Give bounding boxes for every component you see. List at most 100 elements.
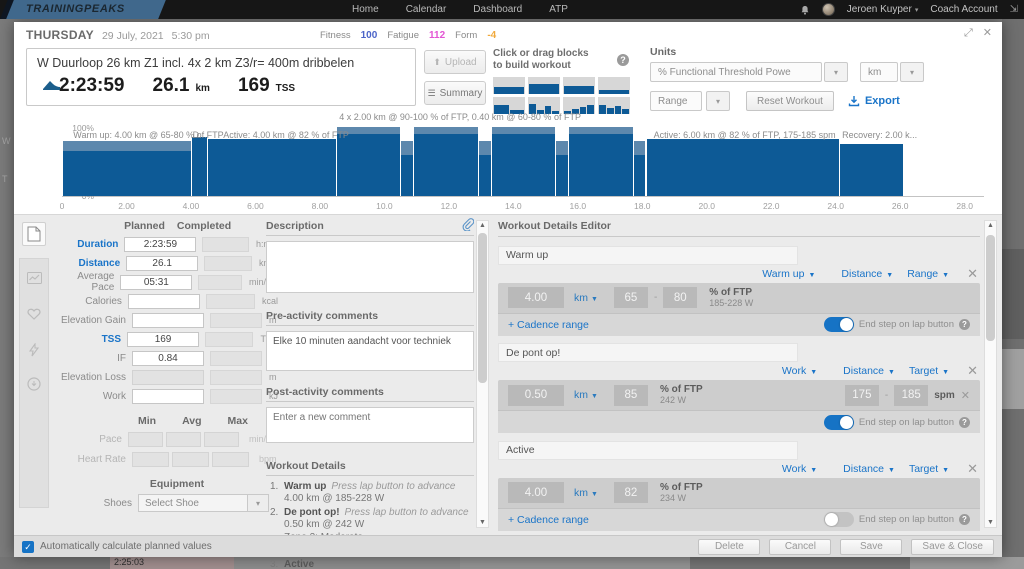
lap-help-icon[interactable]: ? [959,416,970,428]
tab-heart-rate-icon[interactable] [22,302,46,326]
intensity-type-dropdown[interactable]: Target ▼ [909,365,949,377]
user-menu[interactable]: Jeroen Kuyper ▾ [847,4,919,15]
chart-bar[interactable] [190,137,208,196]
reset-workout-button[interactable]: Reset Workout [746,91,834,111]
intensity-input[interactable] [613,384,648,406]
step-unit-dropdown[interactable]: km ▼ [574,487,598,499]
stat-planned-input[interactable] [124,236,197,252]
stat-planned-input[interactable] [132,388,204,404]
delete-step-icon[interactable]: ✕ [967,364,978,377]
distance-units-chevron-icon[interactable]: ▾ [900,62,924,82]
workout-block[interactable] [563,77,595,94]
lap-button-toggle[interactable] [823,512,854,527]
range-chevron-icon[interactable]: ▾ [706,91,730,111]
chart-bar[interactable] [62,140,191,196]
cadence-high-input[interactable] [894,384,929,406]
chart-bar[interactable] [645,139,839,196]
step-distance-input[interactable] [508,287,564,308]
nav-calendar[interactable]: Calendar [406,4,447,15]
stat-planned-input[interactable] [127,293,200,309]
duration-type-dropdown[interactable]: Distance ▼ [841,268,893,280]
step-name-input[interactable] [498,440,798,460]
add-cadence-range-link[interactable]: + Cadence range [508,514,589,526]
step-type-dropdown[interactable]: Work ▼ [782,463,817,475]
chart-bar[interactable] [490,127,556,196]
stat-planned-input[interactable] [120,274,193,290]
chart-bar[interactable] [838,144,904,196]
auto-calc-checkbox[interactable]: ✓ [22,540,34,553]
cancel-button[interactable]: Cancel [769,538,832,555]
stat-label[interactable]: Duration [56,239,124,250]
intensity-type-dropdown[interactable]: Range ▼ [907,268,949,280]
lap-help-icon[interactable]: ? [959,319,970,330]
step-type-dropdown[interactable]: Work ▼ [782,365,817,377]
remove-cadence-icon[interactable]: ✕ [961,389,970,402]
export-button[interactable]: Export [848,95,900,107]
chart-bar[interactable] [400,140,414,196]
stat-planned-input[interactable] [126,255,199,271]
step-distance-input[interactable] [508,482,564,503]
summary-button[interactable]: ☰ Summary [424,81,486,105]
delete-step-icon[interactable]: ✕ [967,267,978,280]
notifications-bell-icon[interactable] [800,5,810,15]
scroll-down-icon[interactable]: ▼ [477,519,488,526]
tab-chart-icon[interactable] [22,266,46,290]
intensity-low-input[interactable] [613,287,648,308]
modal-close-icon[interactable]: ✕ [983,28,992,39]
intensity-high-input[interactable] [663,287,698,308]
attachment-paperclip-icon[interactable] [462,218,474,231]
chart-bar[interactable] [477,140,491,196]
nav-dashboard[interactable]: Dashboard [473,4,522,15]
add-cadence-range-link[interactable]: + Cadence range [508,319,589,331]
scroll-up-icon[interactable]: ▲ [985,222,996,229]
pre-activity-input[interactable]: Elke 10 minuten aandacht voor techniek [266,331,474,371]
upload-button[interactable]: ⬆ Upload [424,50,486,74]
tab-details-icon[interactable] [22,222,46,246]
stat-label[interactable]: TSS [56,334,127,345]
intensity-units-select[interactable]: % Functional Threshold Powe [650,62,822,82]
range-select[interactable]: Range [650,91,702,111]
scroll-down-icon[interactable]: ▼ [985,519,996,526]
intensity-type-dropdown[interactable]: Target ▼ [909,463,949,475]
chart-bar[interactable] [568,127,633,196]
cadence-low-input[interactable] [844,384,879,406]
trainingpeaks-logo[interactable]: TRAININGPEAKS [26,3,125,15]
step-name-input[interactable] [498,245,798,265]
editor-scrollbar[interactable]: ▲ ▼ [984,220,997,528]
coach-account-link[interactable]: Coach Account [930,4,997,15]
stat-planned-input[interactable] [127,331,200,347]
lap-button-toggle[interactable] [823,317,854,332]
workout-block[interactable] [493,77,525,94]
intensity-input[interactable] [613,482,648,503]
stat-planned-input[interactable] [132,312,204,328]
scroll-up-icon[interactable]: ▲ [477,222,488,229]
shoe-select[interactable]: Select Shoe [138,494,248,512]
chart-bar[interactable] [555,140,569,196]
stat-label[interactable]: Distance [56,258,126,269]
distance-units-select[interactable]: km [860,62,898,82]
step-unit-dropdown[interactable]: km ▼ [574,292,598,304]
description-input[interactable] [266,241,474,293]
workout-block[interactable] [598,77,630,94]
post-activity-input[interactable] [266,407,474,443]
step-type-dropdown[interactable]: Warm up ▼ [762,268,815,280]
user-avatar[interactable] [821,3,835,16]
chart-bar[interactable] [413,127,478,196]
workout-title[interactable]: W Duurloop 26 km Z1 incl. 4x 2 km Z3/r= … [37,56,405,70]
nav-atp[interactable]: ATP [549,4,568,15]
delete-button[interactable]: Delete [698,538,761,555]
delete-step-icon[interactable]: ✕ [967,462,978,475]
save-button[interactable]: Save [840,538,903,555]
step-distance-input[interactable] [508,384,564,406]
save-close-button[interactable]: Save & Close [911,538,994,555]
workout-summary-card[interactable]: W Duurloop 26 km Z1 incl. 4x 2 km Z3/r= … [26,48,416,106]
modal-expand-icon[interactable]: ⤢ [964,28,973,39]
tab-time-icon[interactable] [22,372,46,396]
chart-bar[interactable] [632,140,646,196]
fullscreen-icon[interactable]: ⇲ [1010,4,1018,15]
nav-home[interactable]: Home [352,4,379,15]
comments-scrollbar[interactable]: ▲ ▼ [476,220,489,528]
intensity-units-chevron-icon[interactable]: ▾ [824,62,848,82]
lap-help-icon[interactable]: ? [959,514,970,525]
step-unit-dropdown[interactable]: km ▼ [574,389,598,401]
